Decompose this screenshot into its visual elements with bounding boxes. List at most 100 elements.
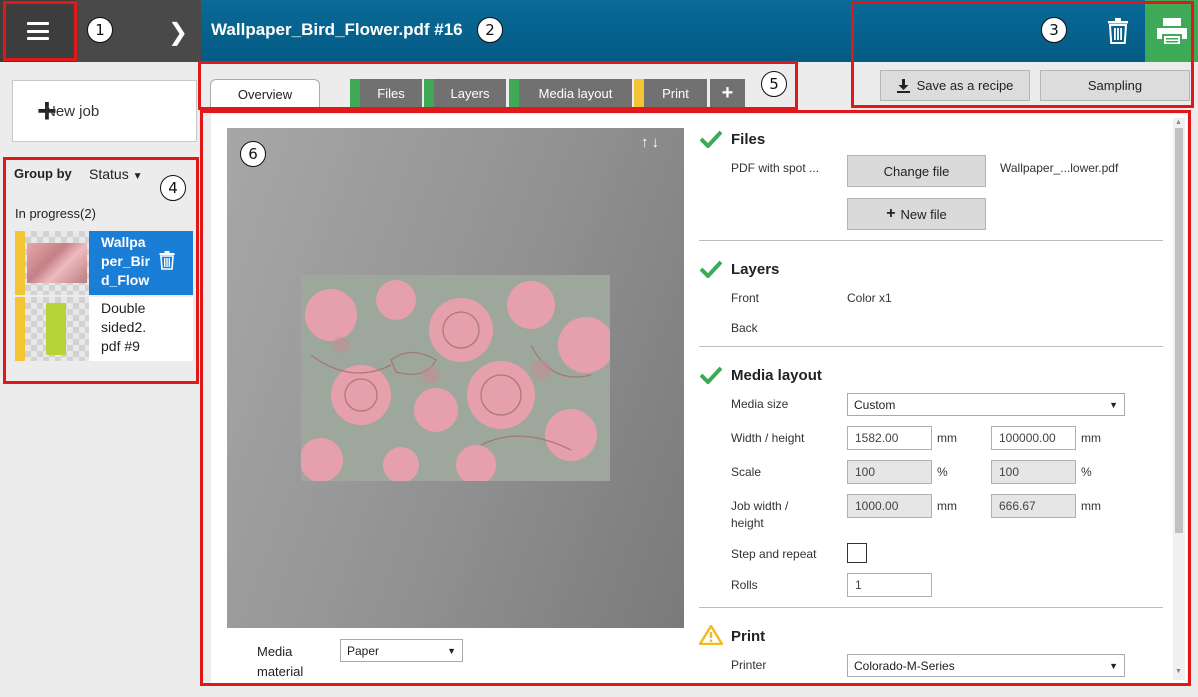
unit-label: % (937, 465, 948, 479)
plus-icon: + (721, 82, 734, 104)
media-material-select[interactable]: Paper ▼ (340, 639, 463, 662)
chevron-down-icon: ▼ (447, 645, 456, 656)
download-icon (896, 78, 910, 93)
scroll-down-icon[interactable]: ▼ (1175, 668, 1182, 675)
front-value: Color x1 (847, 291, 892, 305)
group-by-select[interactable]: Status ▼ (89, 166, 143, 182)
media-material-value: Paper (347, 643, 380, 658)
unit-label: mm (1081, 431, 1101, 445)
back-label: Back (731, 321, 758, 335)
status-marker (424, 79, 434, 108)
tab-label: Layers (450, 86, 490, 101)
unit-label: mm (1081, 499, 1101, 513)
sampling-button[interactable]: Sampling (1040, 70, 1190, 101)
job-name: Wallpa per_Bir d_Flow (101, 234, 151, 288)
job-list-item[interactable]: Wallpa per_Bir d_Flow (15, 231, 193, 295)
group-by-value: Status (89, 166, 129, 182)
layers-section-title: Layers (731, 261, 780, 278)
media-size-value: Custom (854, 397, 896, 412)
chevron-down-icon: ▼ (1109, 399, 1118, 410)
arrow-up-down-icon[interactable]: ↑↓ (641, 134, 662, 151)
media-size-label: Media size (731, 397, 789, 411)
plus-icon: + (886, 205, 896, 222)
status-marker (509, 79, 519, 108)
delete-job-button[interactable] (1095, 13, 1141, 49)
job-height-input[interactable]: 666.67 (991, 494, 1076, 518)
front-label: Front (731, 291, 760, 305)
print-button[interactable] (1145, 0, 1198, 62)
unit-label: mm (937, 431, 957, 445)
tab-label: Media layout (538, 86, 613, 101)
file-name: Wallpaper_...lower.pdf (1000, 161, 1119, 175)
job-thumbnail (25, 297, 89, 361)
group-title: In progress(2) (15, 206, 96, 221)
rolls-input[interactable]: 1 (847, 573, 932, 597)
scale-x-input[interactable]: 100 (847, 460, 932, 484)
tab-media-layout[interactable]: Media layout (509, 79, 632, 108)
scrollbar[interactable]: ▲ ▼ (1173, 118, 1185, 680)
job-name: Double sided2. pdf #9 (101, 300, 147, 354)
media-width-input[interactable]: 1582.00 (847, 426, 932, 450)
printer-icon (1156, 18, 1187, 44)
status-stripe (15, 297, 25, 361)
file-type-label: PDF with spot ... (731, 161, 820, 175)
rolls-label: Rolls (731, 578, 758, 592)
new-file-button[interactable]: + New file (847, 198, 986, 230)
tab-label: Print (662, 86, 689, 101)
media-material-label: Media material (257, 644, 304, 679)
status-marker (634, 79, 644, 108)
printer-value: Colorado-M-Series (854, 658, 955, 673)
menu-button[interactable] (0, 0, 76, 62)
status-marker (350, 79, 360, 108)
divider (699, 240, 1163, 241)
tab-label: Files (377, 86, 405, 101)
job-width-height-label: Job width / height (731, 499, 789, 530)
tab-print[interactable]: Print (634, 79, 707, 108)
checkmark-icon (700, 260, 722, 278)
tab-layers[interactable]: Layers (424, 79, 506, 108)
print-section-title: Print (731, 628, 766, 645)
step-repeat-label: Step and repeat (731, 547, 817, 561)
tab-overview[interactable]: Overview (210, 79, 320, 108)
callout-badge: 1 (87, 17, 113, 43)
warning-icon (699, 625, 723, 645)
chevron-right-icon[interactable]: ❯ (168, 18, 188, 47)
checkmark-icon (700, 130, 722, 148)
job-thumbnail (25, 231, 89, 295)
add-tab-button[interactable]: + (710, 79, 745, 108)
scroll-up-icon[interactable]: ▲ (1175, 119, 1182, 126)
files-section-title: Files (731, 131, 766, 148)
chevron-down-icon: ▼ (1109, 660, 1118, 671)
save-as-recipe-button[interactable]: Save as a recipe (880, 70, 1030, 101)
save-as-recipe-label: Save as a recipe (916, 78, 1014, 93)
divider (699, 346, 1163, 347)
callout-badge: 4 (160, 175, 186, 201)
trash-icon (1108, 18, 1128, 44)
media-layout-section-title: Media layout (731, 367, 822, 384)
callout-badge: 3 (1041, 17, 1067, 43)
job-width-input[interactable]: 1000.00 (847, 494, 932, 518)
media-size-select[interactable]: Custom ▼ (847, 393, 1125, 416)
scrollbar-thumb[interactable] (1175, 128, 1183, 533)
job-list-item[interactable]: Double sided2. pdf #9 (15, 297, 193, 361)
unit-label: mm (937, 499, 957, 513)
new-job-label: New job (45, 102, 100, 120)
width-height-label: Width / height (731, 431, 805, 445)
media-height-input[interactable]: 100000.00 (991, 426, 1076, 450)
new-job-button[interactable]: + New job (12, 80, 197, 142)
hamburger-icon (27, 22, 49, 40)
status-stripe (15, 231, 25, 295)
scale-y-input[interactable]: 100 (991, 460, 1076, 484)
checkmark-icon (700, 366, 722, 384)
tab-files[interactable]: Files (350, 79, 422, 108)
printer-select[interactable]: Colorado-M-Series ▼ (847, 654, 1125, 677)
artwork-preview (301, 275, 610, 481)
step-repeat-checkbox[interactable] (847, 543, 867, 563)
callout-badge: 5 (761, 71, 787, 97)
scale-label: Scale (731, 465, 762, 479)
printer-label: Printer (731, 658, 767, 672)
trash-icon[interactable] (159, 251, 175, 270)
change-file-button[interactable]: Change file (847, 155, 986, 187)
divider (699, 607, 1163, 608)
callout-badge: 6 (240, 141, 266, 167)
